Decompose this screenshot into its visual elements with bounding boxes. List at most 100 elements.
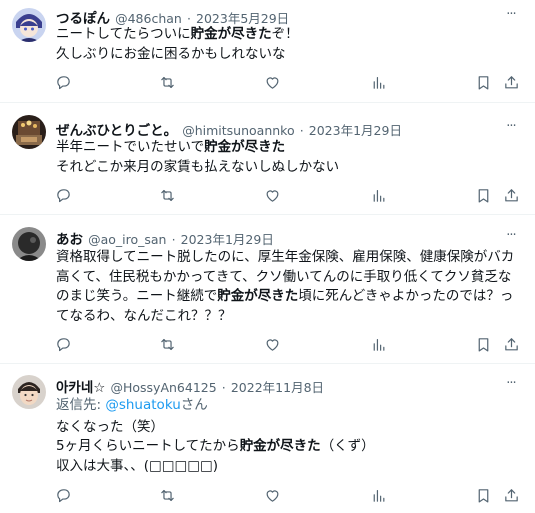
- tweet-date[interactable]: 2022年11月8日: [231, 380, 324, 395]
- text-line: 収入は大事、、(□□□□□): [56, 457, 519, 477]
- retweet-button[interactable]: [156, 484, 178, 506]
- tweet-1[interactable]: つるぽん @486chan · 2023年5月29日 ··· ニートしてたらつい…: [0, 0, 535, 103]
- like-icon: [266, 76, 278, 89]
- avatar[interactable]: [12, 227, 46, 261]
- share-button[interactable]: [500, 184, 522, 206]
- retweet-icon: [160, 189, 174, 201]
- reply-to-mention[interactable]: @shuatoku: [105, 397, 180, 413]
- like-icon: [266, 189, 278, 202]
- tweet-header: つるぽん @486chan · 2023年5月29日: [56, 7, 495, 27]
- handle[interactable]: @486chan: [115, 11, 182, 26]
- avatar-image: [12, 375, 46, 409]
- action-bar: [52, 484, 522, 506]
- tweet-header: あお @ao_iro_san · 2023年1月29日: [56, 228, 495, 248]
- bookmark-button[interactable]: [472, 484, 494, 506]
- text-line: 資格取得してニート脱したのに、厚生年金保険、雇用保険、健康保険がバカ高くて、住民…: [56, 248, 519, 326]
- share-button[interactable]: [500, 484, 522, 506]
- separator: ·: [299, 123, 304, 138]
- reply-button[interactable]: [52, 333, 74, 355]
- handle[interactable]: @himitsunoannko: [182, 123, 294, 138]
- retweet-button[interactable]: [156, 71, 178, 93]
- text-segment-bold: 貯金が尽きた: [239, 438, 321, 454]
- avatar[interactable]: [12, 115, 46, 149]
- avatar[interactable]: [12, 375, 46, 409]
- text-segment: ニートしてたらついに: [56, 26, 191, 42]
- share-icon: [504, 75, 518, 88]
- tweet-date[interactable]: 2023年1月29日: [181, 232, 274, 247]
- handle[interactable]: @ao_iro_san: [88, 232, 166, 247]
- reply-to-line: 返信先: @shuatokuさん: [56, 396, 519, 416]
- share-icon: [504, 188, 518, 201]
- text-segment-bold: 貯金が尽きた: [190, 26, 272, 42]
- reply-button[interactable]: [52, 184, 74, 206]
- text-segment: 半年ニートでいたせいで: [56, 139, 205, 155]
- reply-icon: [56, 75, 70, 89]
- tweet-2[interactable]: ぜんぶひとりごと。 @himitsunoannko · 2023年1月29日 ·…: [0, 103, 535, 215]
- more-options-icon[interactable]: ···: [501, 226, 521, 246]
- like-button[interactable]: [261, 333, 283, 355]
- text-segment-bold: 貯金が尽きた: [204, 139, 286, 155]
- bookmark-button[interactable]: [472, 184, 494, 206]
- reply-button[interactable]: [52, 484, 74, 506]
- text-line: それどこか来月の家賃も払えないしぬしかない: [56, 158, 519, 178]
- retweet-icon: [160, 338, 174, 350]
- tweet-text: 資格取得してニート脱したのに、厚生年金保険、雇用保険、健康保険がバカ高くて、住民…: [56, 248, 519, 326]
- tweet-header: ぜんぶひとりごと。 @himitsunoannko · 2023年1月29日: [56, 119, 495, 139]
- text-segment: 5ヶ月くらいニートしてたから: [56, 438, 240, 454]
- views-icon: [373, 338, 384, 351]
- like-button[interactable]: [261, 484, 283, 506]
- views-icon: [373, 489, 384, 502]
- text-line: 半年ニートでいたせいで貯金が尽きた: [56, 138, 519, 158]
- action-bar: [52, 333, 522, 355]
- more-options-icon[interactable]: ···: [501, 5, 521, 25]
- reply-icon: [56, 337, 70, 351]
- bookmark-button[interactable]: [472, 333, 494, 355]
- share-button[interactable]: [500, 333, 522, 355]
- like-button[interactable]: [261, 71, 283, 93]
- share-icon: [504, 488, 518, 501]
- views-icon: [373, 76, 384, 89]
- tweet-date[interactable]: 2023年1月29日: [309, 123, 402, 138]
- display-name[interactable]: あお: [56, 232, 83, 248]
- reply-button[interactable]: [52, 71, 74, 93]
- text-line: ニートしてたらついに貯金が尽きたぞ！: [56, 25, 519, 45]
- share-icon: [504, 337, 518, 350]
- display-name[interactable]: ぜんぶひとりごと。: [56, 123, 177, 139]
- views-button[interactable]: [367, 333, 389, 355]
- views-button[interactable]: [367, 484, 389, 506]
- tweet-3[interactable]: あお @ao_iro_san · 2023年1月29日 ··· 資格取得してニー…: [0, 215, 535, 364]
- more-options-icon[interactable]: ···: [501, 117, 521, 137]
- more-options-icon[interactable]: ···: [501, 374, 521, 394]
- tweet-4[interactable]: 아카네☆ @HossyAn64125 · 2022年11月8日 ··· 返信先:…: [0, 364, 535, 513]
- bookmark-button[interactable]: [472, 71, 494, 93]
- separator: ·: [171, 232, 176, 247]
- tweet-text: 返信先: @shuatokuさん なくなった（笑） 5ヶ月くらいニートしてたから…: [56, 396, 519, 476]
- views-button[interactable]: [367, 71, 389, 93]
- text-segment-bold: 貯金が尽きた: [217, 288, 299, 304]
- avatar-image: [12, 115, 46, 149]
- text-segment: （くず）: [320, 438, 375, 454]
- views-button[interactable]: [367, 184, 389, 206]
- like-icon: [266, 338, 278, 351]
- tweet-date[interactable]: 2023年5月29日: [196, 11, 289, 26]
- text-segment: それどこか来月の家賃も払えないしぬしかない: [56, 158, 340, 175]
- display-name[interactable]: 아카네☆: [56, 380, 105, 396]
- text-segment: ぞ！: [271, 26, 299, 42]
- handle[interactable]: @HossyAn64125: [110, 380, 216, 395]
- retweet-icon: [160, 76, 174, 88]
- reply-icon: [56, 488, 70, 502]
- retweet-button[interactable]: [156, 184, 178, 206]
- text-line: なくなった（笑）: [56, 418, 519, 438]
- separator: ·: [221, 380, 226, 395]
- tweet-text: 半年ニートでいたせいで貯金が尽きた それどこか来月の家賃も払えないしぬしかない: [56, 138, 519, 177]
- action-bar: [52, 184, 522, 206]
- text-line: 久しぶりにお金に困るかもしれないな: [56, 45, 519, 65]
- bookmark-icon: [478, 188, 488, 202]
- bookmark-icon: [478, 488, 488, 502]
- share-button[interactable]: [500, 71, 522, 93]
- avatar[interactable]: [12, 8, 46, 42]
- retweet-button[interactable]: [156, 333, 178, 355]
- text-segment: 収入は大事、、(□□□□□): [56, 457, 219, 474]
- like-button[interactable]: [261, 184, 283, 206]
- tweet-text: ニートしてたらついに貯金が尽きたぞ！ 久しぶりにお金に困るかもしれないな: [56, 25, 519, 64]
